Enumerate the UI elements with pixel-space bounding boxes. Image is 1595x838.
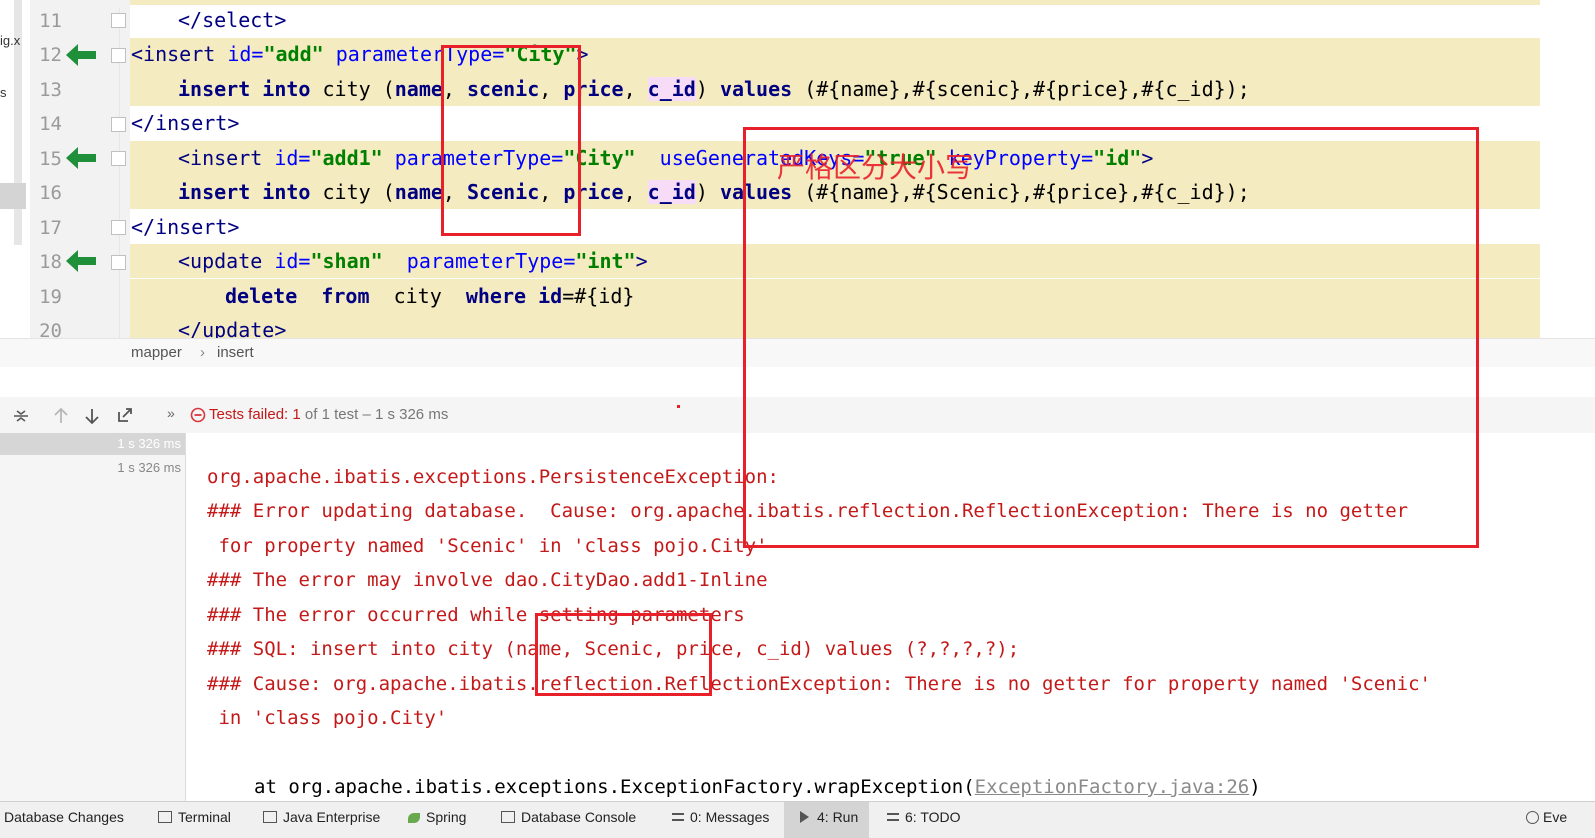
line-number: 18 [39,251,62,273]
navigate-to-interface-icon[interactable] [64,248,98,274]
fold-toggle-icon[interactable] [111,117,126,132]
terminal-icon [158,811,172,823]
breadcrumb-separator: › [200,344,205,361]
breadcrumb-item-mapper[interactable]: mapper [131,344,182,361]
tool-tab-todo[interactable]: 6: TODO [887,809,961,825]
console-line: for property named 'Scenic' in 'class po… [207,535,768,557]
fold-toggle-icon[interactable] [111,13,126,28]
tool-tab-messages[interactable]: 0: Messages [672,809,769,825]
java-enterprise-icon [263,811,277,823]
event-log-icon [1526,811,1539,824]
line-number: 14 [39,113,62,135]
console-line: in 'class pojo.City' [207,707,448,729]
tool-tab-spring[interactable]: Spring [408,809,466,825]
test-child-duration: 1 s 326 ms [117,460,181,475]
tool-tab-database-changes[interactable]: Database Changes [4,809,124,825]
annotation-box-sql [535,613,712,696]
tool-tab-label: 0: Messages [690,809,770,825]
test-status-summary: Tests failed: 1 of 1 test – 1 s 326 ms [209,406,448,423]
console-line: org.apache.ibatis.exceptions.Persistence… [207,466,779,488]
line-number: 17 [39,217,62,239]
project-file-fragment[interactable]: ig.x [0,33,20,48]
export-results-icon[interactable] [116,406,134,424]
tool-window-bar: Database Changes Terminal Java Enterpris… [0,801,1595,838]
tool-tab-database-console[interactable]: Database Console [501,809,636,825]
tool-tab-terminal[interactable]: Terminal [158,809,231,825]
spring-leaf-icon [408,813,420,823]
fold-toggle-icon[interactable] [111,255,126,270]
code-line-19[interactable]: delete from city where id=#{id} [225,284,634,308]
code-line-18[interactable]: <update id="shan" parameterType="int"> [178,249,648,273]
tool-tab-label: Database Console [521,809,637,825]
line-number: 16 [39,182,62,204]
stacktrace-text: at org.apache.ibatis.exceptions.Exceptio… [254,776,975,798]
database-console-icon [501,811,515,823]
code-line-14[interactable]: </insert> [131,111,239,135]
run-icon [800,811,809,823]
tool-tab-label: Eve [1543,809,1568,825]
stacktrace-line: at org.apache.ibatis.exceptions.Exceptio… [254,776,1261,798]
tool-tab-event-log[interactable]: Eve [1526,809,1567,825]
line-number: 15 [39,148,62,170]
tool-tab-label: Spring [426,809,467,825]
project-file-fragment[interactable]: s [0,85,7,100]
code-line-11[interactable]: </select> [178,8,286,32]
console-line: ### Cause: org.apache.ibatis.reflection.… [207,673,1431,695]
collapse-all-icon[interactable] [12,407,30,425]
test-failed-icon [190,407,206,423]
annotation-note: 严格区分大小写 [777,151,974,184]
breadcrumb-item-insert[interactable]: insert [217,344,254,361]
code-line-13[interactable]: insert into city (name, scenic, price, c… [178,77,1250,101]
line-number: 12 [39,44,62,66]
code-line-17[interactable]: </insert> [131,215,239,239]
tool-tab-java-enterprise[interactable]: Java Enterprise [263,809,380,825]
console-line: ### The error may involve dao.CityDao.ad… [207,569,768,591]
test-root-duration: 1 s 326 ms [117,436,181,451]
tool-tab-run[interactable]: 4: Run [800,809,858,825]
fold-toggle-icon[interactable] [111,151,126,166]
next-failed-test-icon[interactable] [84,407,100,425]
tool-tab-label: 6: TODO [905,809,961,825]
fold-toggle-icon[interactable] [111,48,126,63]
annotation-box-note [743,127,1479,548]
tool-tab-label: Terminal [178,809,231,825]
messages-icon [672,813,684,821]
stacktrace-source-link[interactable]: ExceptionFactory.java:26 [975,776,1250,798]
navigate-to-interface-icon[interactable] [64,145,98,171]
navigate-to-interface-icon[interactable] [64,42,98,68]
test-tree-panel: 1 s 326 ms 1 s 326 ms [0,433,186,801]
more-actions-icon[interactable]: » [167,405,175,421]
line-highlight [130,0,1540,5]
project-selected-row[interactable] [0,183,26,209]
project-panel: ig.x s [0,0,30,360]
test-tree-child-row[interactable]: 1 s 326 ms [0,457,185,479]
test-status-detail: of 1 test – 1 s 326 ms [304,406,449,423]
annotation-box-editor-fields [441,45,581,236]
test-failed-count: 1 [292,406,301,423]
test-tree-root-row[interactable]: 1 s 326 ms [0,433,185,455]
line-number: 11 [39,10,62,32]
tool-tab-label: Java Enterprise [283,809,381,825]
todo-icon [887,813,899,821]
tool-tab-label: 4: Run [817,809,859,825]
previous-failed-test-icon[interactable] [53,407,69,425]
fold-toggle-icon[interactable] [111,220,126,235]
stacktrace-close: ) [1249,776,1261,798]
test-status-label: Tests failed: [209,406,289,423]
annotation-dot [677,405,680,408]
line-number: 19 [39,286,62,308]
line-number: 13 [39,79,62,101]
